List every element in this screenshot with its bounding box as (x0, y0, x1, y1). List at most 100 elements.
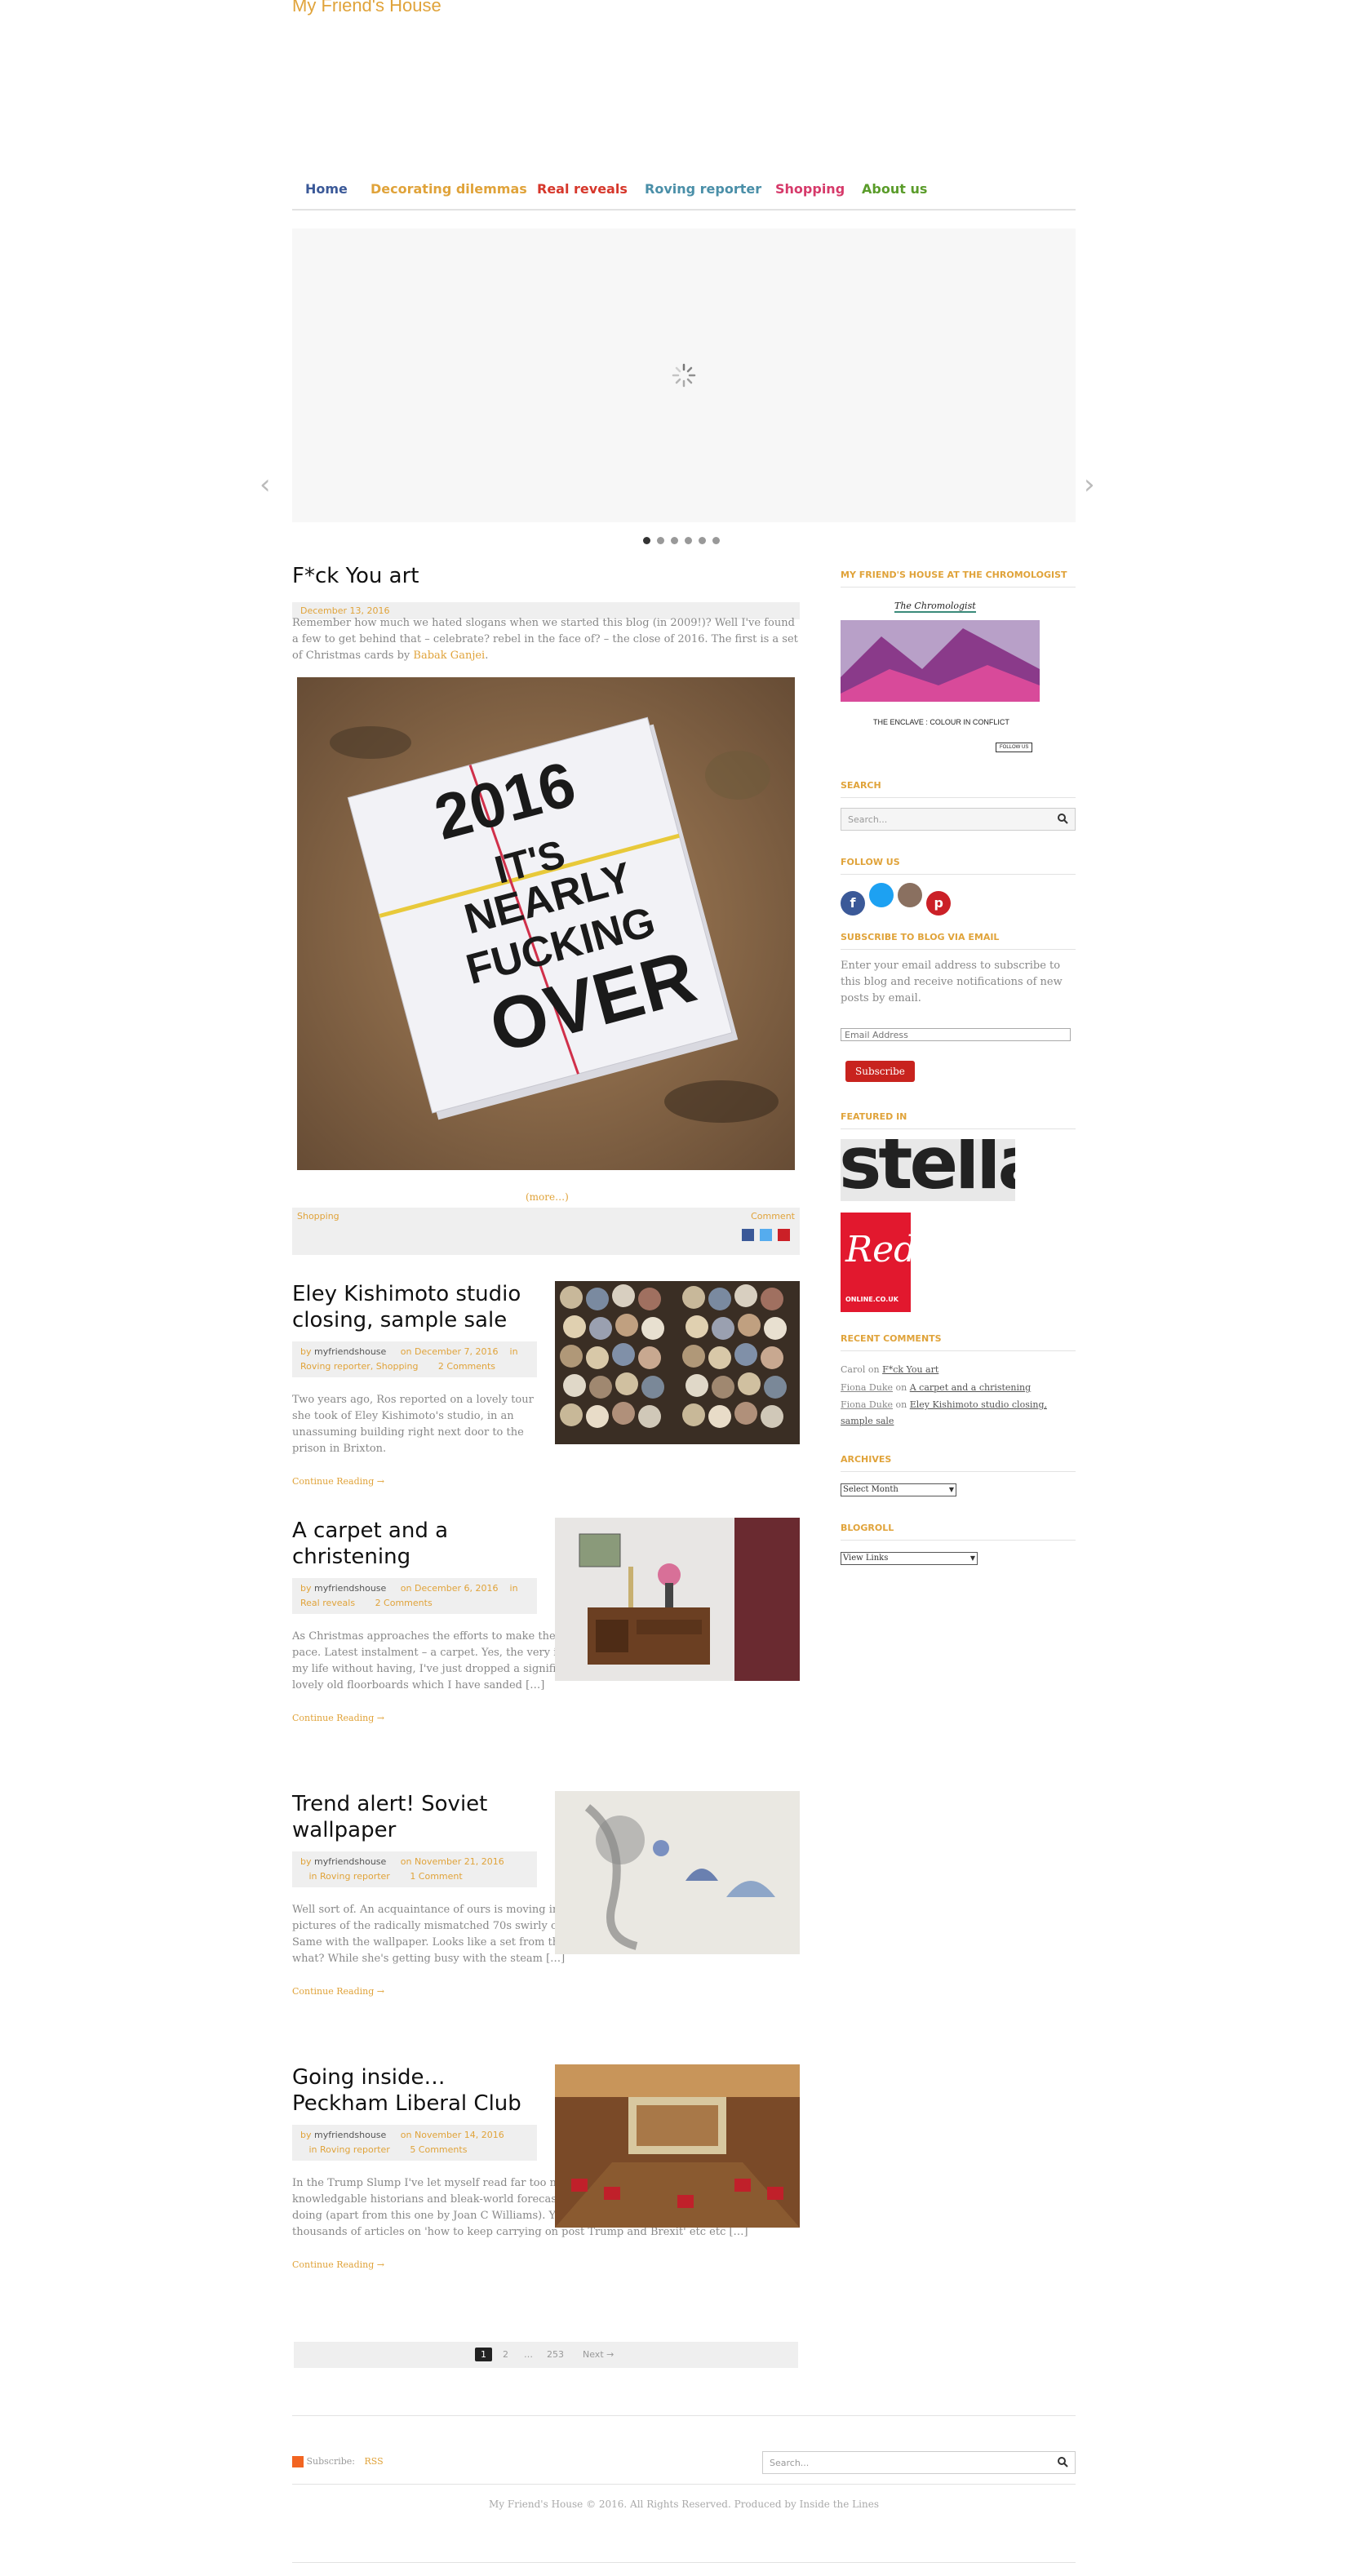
chevron-down-icon: ▼ (969, 1554, 975, 1562)
nav-about-us[interactable]: About us (862, 181, 927, 197)
continue-reading-link[interactable]: Continue Reading → (292, 1713, 384, 1723)
facebook-icon[interactable]: f (841, 891, 865, 916)
author-link[interactable]: myfriendshouse (314, 2130, 386, 2140)
slider-dot[interactable] (671, 537, 678, 544)
recent-comments-list: Carol on F*ck You art Fiona Duke on A ca… (841, 1361, 1076, 1430)
slider-dot[interactable] (657, 537, 664, 544)
nav-roving-reporter[interactable]: Roving reporter (645, 181, 761, 197)
comment-post-link[interactable]: F*ck You art (882, 1364, 938, 1375)
chromologist-widget[interactable]: The Chromologist THE ENCLAVE : COLOUR IN… (841, 596, 1040, 759)
post-thumbnail[interactable] (555, 1518, 800, 1681)
featured-in-heading: Featured in (841, 1111, 1076, 1129)
archives-heading: Archives (841, 1454, 1076, 1472)
pinterest-icon[interactable]: p (926, 891, 952, 916)
archives-select[interactable]: Select Month ▼ (841, 1483, 956, 1496)
chromologist-follow-button[interactable]: FOLLOW US (996, 743, 1033, 752)
pagination: 1 2 … 253 Next → (294, 2342, 798, 2368)
chromologist-logo: The Chromologist (894, 601, 976, 613)
post-title[interactable]: Trend alert! Soviet wallpaper (292, 1791, 537, 1843)
nav-shopping[interactable]: Shopping (775, 181, 845, 197)
search-heading: Search (841, 780, 1076, 798)
next-page-link[interactable]: Next → (583, 2349, 614, 2360)
page-current: 1 (475, 2348, 492, 2361)
chromologist-image (841, 620, 1040, 702)
post-card: A carpet and a christening by myfriendsh… (292, 1518, 800, 1779)
post-footer-bar: Shopping Comment (292, 1208, 800, 1255)
christmas-cards-image[interactable]: 2016 IT'S NEARLY FUCKING OVER (297, 677, 795, 1170)
category-link[interactable]: Real reveals (300, 1598, 355, 1608)
recent-comments-heading: Recent Comments (841, 1333, 1076, 1351)
share-pinterest-icon[interactable] (778, 1229, 790, 1241)
post-title[interactable]: F*ck You art (292, 563, 800, 589)
footer-search-input[interactable]: Search... (762, 2451, 1076, 2474)
search-icon[interactable] (1057, 2456, 1068, 2467)
continue-reading-link[interactable]: Continue Reading → (292, 1986, 384, 1997)
read-more-link[interactable]: (more…) (526, 1191, 569, 1203)
category-link[interactable]: Shopping (297, 1211, 339, 1221)
comments-link[interactable]: 2 Comments (438, 1361, 495, 1372)
author-link[interactable]: myfriendshouse (314, 1583, 386, 1594)
babak-ganjei-link[interactable]: Babak Ganjei (413, 650, 485, 662)
author-link[interactable]: myfriendshouse (314, 1346, 386, 1357)
post-meta: by myfriendshouse on December 6, 2016 in… (292, 1578, 537, 1614)
slider-dot[interactable] (685, 537, 692, 544)
post-title[interactable]: A carpet and a christening (292, 1518, 537, 1570)
slider-dot[interactable] (699, 537, 706, 544)
category-link[interactable]: Roving reporter (320, 2144, 390, 2155)
comments-link[interactable]: 1 Comment (410, 1871, 462, 1882)
comments-link[interactable]: 2 Comments (375, 1598, 433, 1608)
red-logo[interactable]: Red ONLINE.CO.UK (841, 1213, 916, 1312)
blogroll-heading: Blogroll (841, 1523, 1076, 1541)
sidebar-search-input[interactable]: Search... (841, 808, 1076, 831)
comment-link[interactable]: Comment (751, 1211, 795, 1221)
image-slider[interactable] (292, 228, 1076, 522)
nav-home[interactable]: Home (305, 181, 348, 197)
post-thumbnail[interactable] (555, 1791, 800, 1954)
email-field[interactable] (841, 1028, 1071, 1041)
chromologist-caption: THE ENCLAVE : COLOUR IN CONFLICT (873, 718, 1009, 726)
share-twitter-icon[interactable] (760, 1229, 772, 1241)
nav-real-reveals[interactable]: Real reveals (537, 181, 628, 197)
footer-subscribe: Subscribe: RSS (292, 2456, 384, 2467)
post-thumbnail[interactable] (555, 1281, 800, 1444)
rss-icon[interactable] (292, 2456, 304, 2467)
stella-logo[interactable]: stella (841, 1139, 1015, 1201)
subscribe-text: Enter your email address to subscribe to… (841, 960, 1063, 1004)
site-title[interactable]: My Friend's House (292, 0, 441, 16)
rss-link[interactable]: RSS (365, 2456, 384, 2467)
post-card: Going inside…Peckham Liberal Club by myf… (292, 2064, 800, 2325)
author-link[interactable]: myfriendshouse (314, 1856, 386, 1867)
subscribe-button[interactable]: Subscribe (845, 1061, 915, 1082)
chromologist-heading: My Friend's House at the Chromologist (841, 570, 1076, 587)
slider-dot[interactable] (643, 537, 650, 544)
comment-author-link[interactable]: Fiona Duke (841, 1382, 893, 1393)
share-facebook-icon[interactable] (742, 1229, 754, 1241)
instagram-icon[interactable] (898, 883, 923, 907)
page-ellipsis: … (524, 2349, 533, 2360)
post-meta: by myfriendshouse on November 21, 2016 i… (292, 1851, 537, 1887)
comment-author-link[interactable]: Fiona Duke (841, 1399, 893, 1410)
continue-reading-link[interactable]: Continue Reading → (292, 2259, 384, 2270)
comment-post-link[interactable]: A carpet and a christening (910, 1382, 1031, 1393)
page-link[interactable]: 2 (503, 2349, 508, 2360)
twitter-icon[interactable] (869, 883, 894, 907)
blogroll-select[interactable]: View Links ▼ (841, 1552, 978, 1565)
post-title[interactable]: Going inside…Peckham Liberal Club (292, 2064, 537, 2117)
category-link[interactable]: Roving reporter (320, 1871, 390, 1882)
post-thumbnail[interactable] (555, 2064, 800, 2228)
follow-heading: Follow us (841, 857, 1076, 875)
post-card: Trend alert! Soviet wallpaper by myfrien… (292, 1791, 800, 2052)
slider-next-arrow-icon[interactable]: › (1084, 468, 1095, 501)
search-icon[interactable] (1057, 813, 1068, 824)
post-excerpt: Remember how much we hated slogans when … (292, 617, 798, 662)
post-title[interactable]: Eley Kishimoto studio closing, sample sa… (292, 1281, 537, 1333)
comments-link[interactable]: 5 Comments (410, 2144, 467, 2155)
page-link[interactable]: 253 (547, 2349, 564, 2360)
continue-reading-link[interactable]: Continue Reading → (292, 1476, 384, 1487)
slider-dot[interactable] (712, 537, 720, 544)
category-link[interactable]: Roving reporter, Shopping (300, 1361, 418, 1372)
follow-icons: f p (841, 883, 952, 916)
chevron-down-icon: ▼ (948, 1486, 954, 1493)
slider-prev-arrow-icon[interactable]: ‹ (260, 468, 271, 501)
nav-decorating-dilemmas[interactable]: Decorating dilemmas (370, 181, 527, 197)
